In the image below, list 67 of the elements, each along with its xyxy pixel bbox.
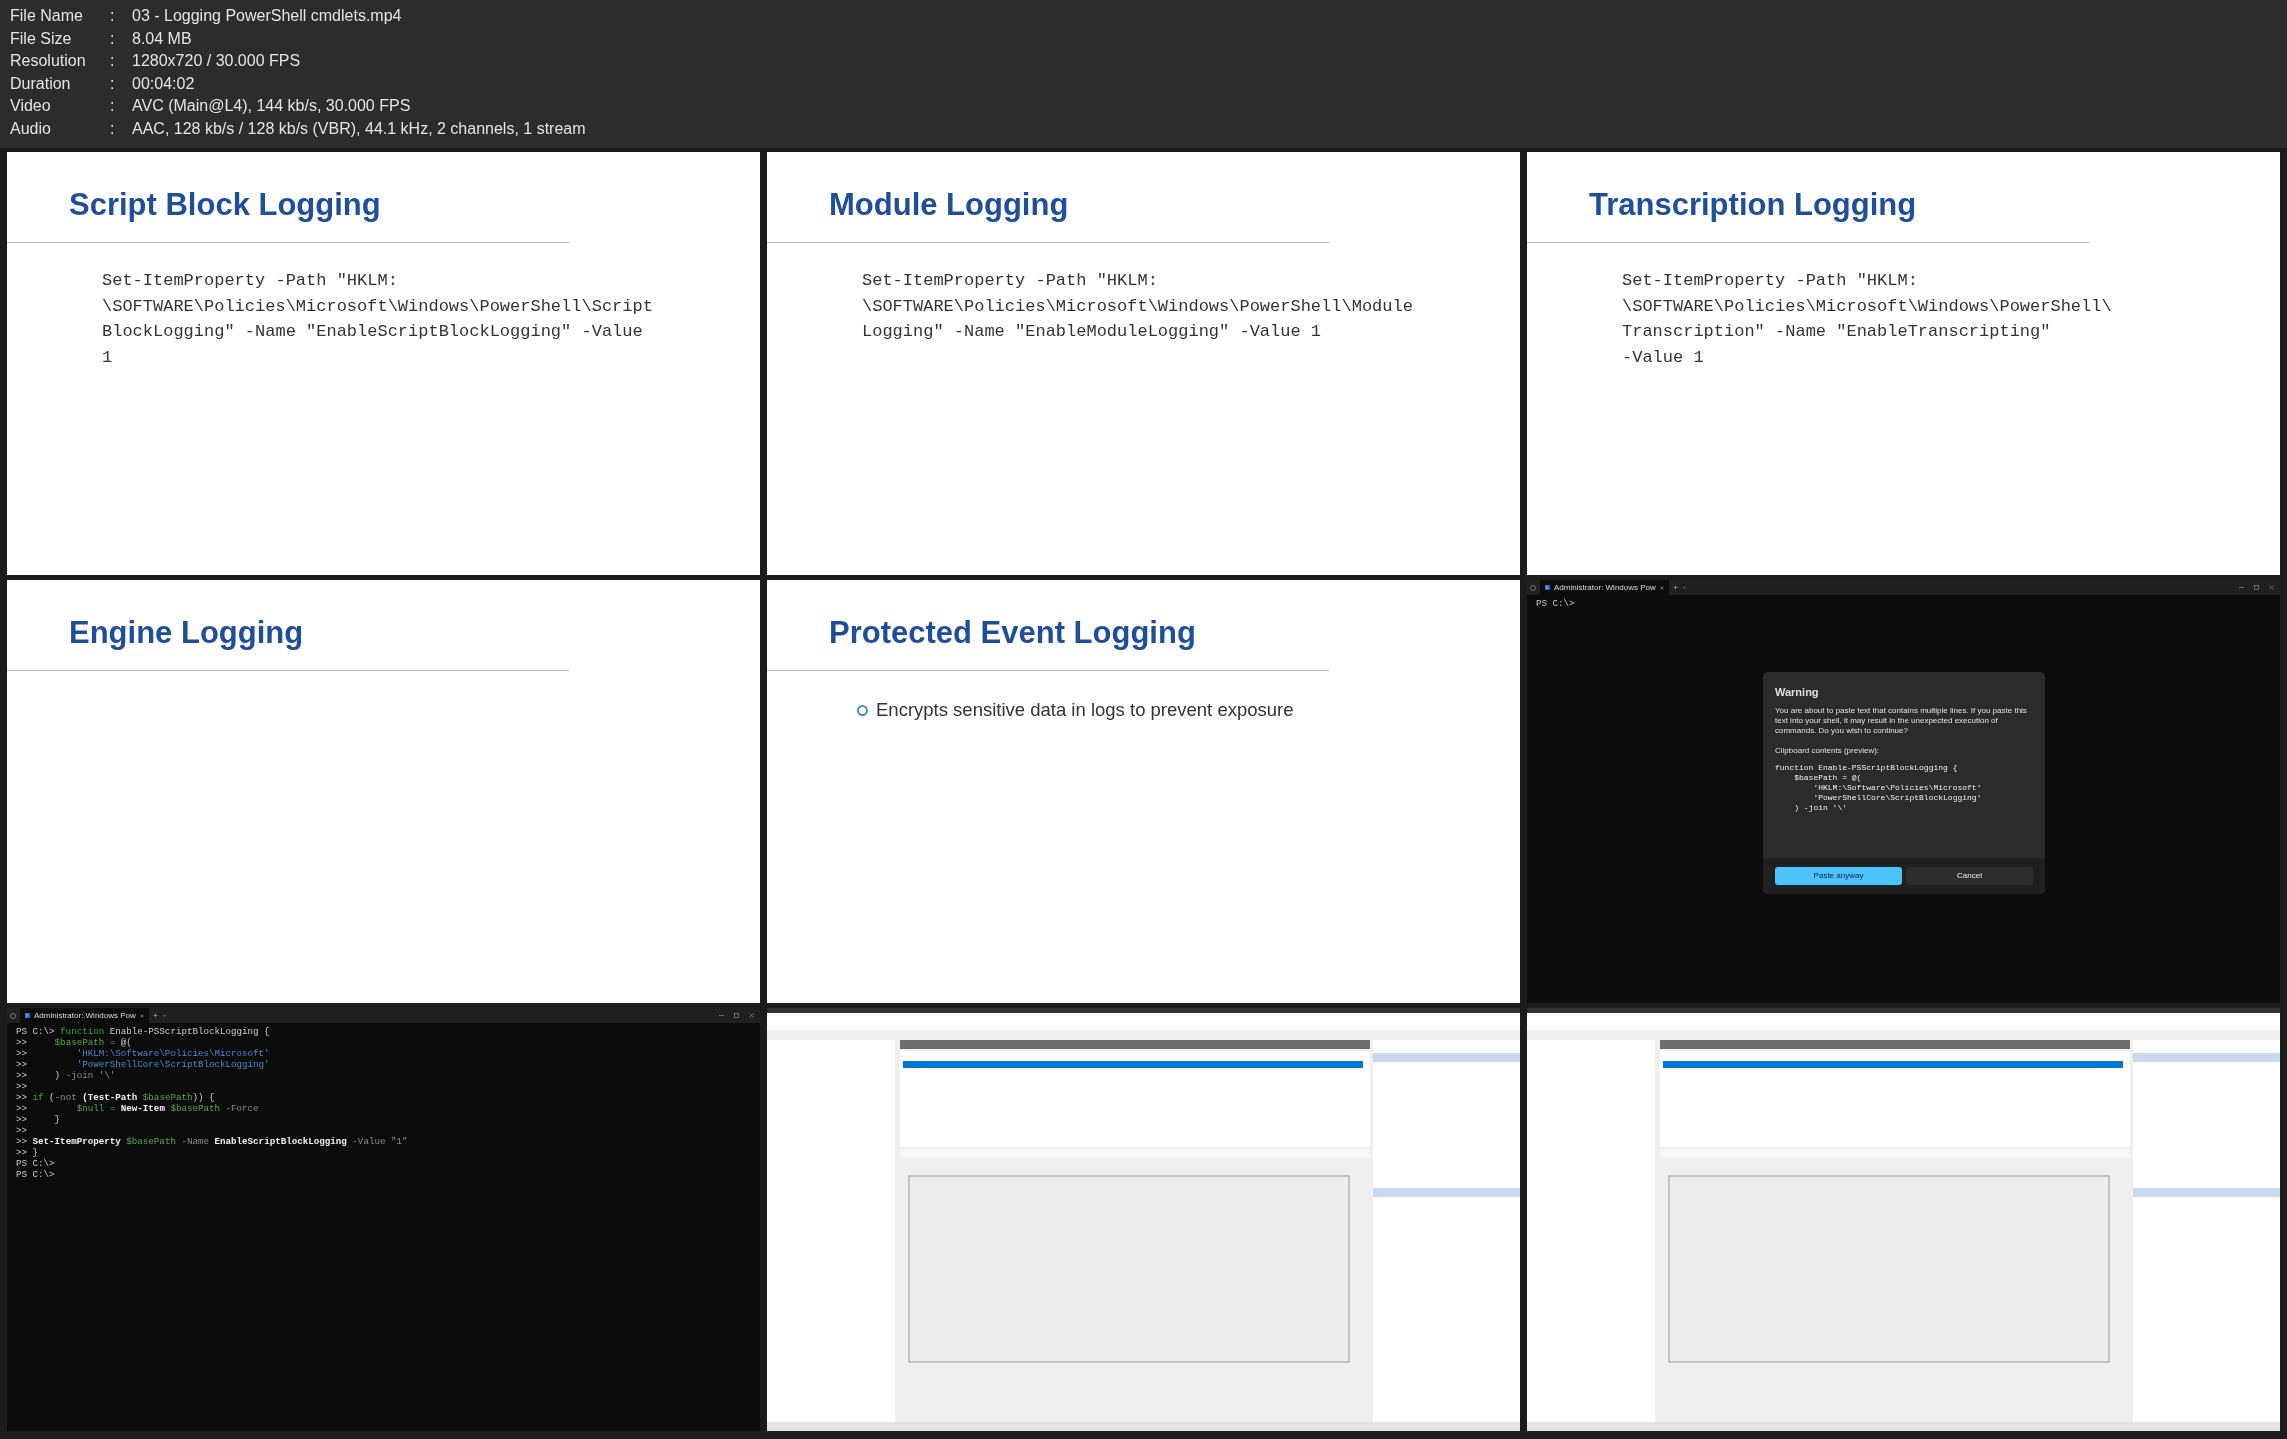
info-label: Audio [10, 118, 52, 139]
terminal-line: PS C:\> function Enable-PSScriptBlockLogging { [16, 1026, 270, 1037]
terminal-line: >> 'HKLM:\Software\Policies\Microsoft' [16, 1048, 270, 1059]
info-label: File Size [10, 28, 73, 49]
terminal-line: >> } [16, 1114, 61, 1125]
terminal-line: >> $basePath = @( [16, 1037, 132, 1048]
slide-title: Script Block Logging [69, 186, 381, 224]
terminal-tab[interactable]: Administrator: Windows Pow [1540, 580, 1669, 595]
chevron-down-icon[interactable] [161, 1013, 167, 1018]
code-text: Set-ItemProperty -Path "HKLM: \SOFTWARE\Policies\Microsoft\Windows\PowerShell\ Transcription" -Name "EnableTranscripting" -Value 1 [1622, 270, 2112, 369]
bullet-icon [857, 704, 868, 716]
powershell-icon [25, 1013, 30, 1018]
terminal-line: PS C:\> [16, 1158, 55, 1169]
close-icon[interactable] [749, 1013, 754, 1018]
preview-code: function Enable-PSScriptBlockLogging { $basePath = @( 'HKLM:\Software\Policies\Microsoft' 'PowerShellCore\ScriptBlockLogging' ) -join '\' [1775, 762, 1982, 813]
chevron-down-icon[interactable] [1681, 585, 1687, 590]
circle-icon[interactable] [1530, 584, 1536, 591]
info-value: AVC (Main@L4), 144 kb/s, 30.000 FPS [132, 96, 411, 117]
terminal-line: >> [16, 1125, 28, 1136]
dialog-message: You are about to paste text that contains multiple lines. If you paste this text into your shell, it may result in the unexpected execution of commands. Do you wish to continue? [1775, 705, 2028, 736]
separator-text: : [110, 96, 116, 117]
separator-text: : [110, 51, 116, 72]
maximize-icon[interactable] [734, 1013, 739, 1018]
separator-text: : [110, 118, 116, 139]
terminal-line: >> 'PowerShellCore\ScriptBlockLogging' [16, 1059, 270, 1070]
info-label: Video [10, 96, 52, 117]
info-label: Duration [10, 73, 72, 94]
slide-title: Protected Event Logging [829, 614, 1196, 652]
close-icon[interactable] [1659, 585, 1664, 590]
separator-text: : [110, 6, 116, 26]
close-icon[interactable] [2269, 585, 2274, 590]
plus-icon[interactable] [1672, 585, 1678, 590]
cancel-button[interactable]: Cancel [1906, 867, 2033, 885]
minimize-icon[interactable] [719, 1013, 724, 1018]
info-label: Resolution [10, 51, 87, 72]
code-text: Set-ItemProperty -Path "HKLM: \SOFTWARE\Policies\Microsoft\Windows\PowerShell\Script BlockLogging" -Name "EnableScriptBlockLogging" -Value 1 [102, 270, 653, 369]
terminal-line: >> } [16, 1147, 39, 1158]
terminal-line: >> if (-not (Test-Path $basePath)) { [16, 1092, 215, 1103]
info-value: 00:04:02 [132, 73, 195, 94]
slide-title: Module Logging [829, 186, 1069, 224]
minimize-icon[interactable] [2239, 585, 2244, 590]
powershell-icon [1545, 585, 1550, 590]
terminal-line: >> $null = New-Item $basePath -Force [16, 1103, 259, 1114]
slide-title: Engine Logging [69, 614, 304, 652]
dialog-title: Warning [1775, 685, 1820, 700]
maximize-icon[interactable] [2254, 585, 2259, 590]
info-value: AAC, 128 kb/s / 128 kb/s (VBR), 44.1 kHz, 2 channels, 1 stream [132, 118, 586, 139]
paste-button[interactable]: Paste anyway [1775, 867, 1902, 885]
terminal-line: >> Set-ItemProperty $basePath -Name EnableScriptBlockLogging -Value "1" [16, 1136, 408, 1147]
separator-text: : [110, 28, 116, 49]
plus-icon[interactable] [152, 1013, 158, 1018]
slide-title: Transcription Logging [1589, 186, 1917, 224]
terminal-line: >> [16, 1081, 28, 1092]
terminal-line: PS C:\> [16, 1169, 55, 1180]
info-value: 8.04 MB [132, 28, 192, 49]
close-icon[interactable] [139, 1013, 144, 1018]
separator-text: : [110, 73, 116, 94]
terminal-line: >> ) -join '\' [16, 1070, 116, 1081]
info-value: 03 - Logging PowerShell cmdlets.mp4 [132, 6, 402, 26]
terminal-line: PS C:\> [1536, 598, 1575, 609]
circle-icon[interactable] [10, 1012, 16, 1019]
preview-label: Clipboard contents (preview): [1775, 744, 1880, 757]
code-text: Set-ItemProperty -Path "HKLM: \SOFTWARE\Policies\Microsoft\Windows\PowerShell\Module Logging" -Name "EnableModuleLogging" -Value 1 [862, 270, 1413, 343]
bullet-text: Encrypts sensitive data in logs to prevent exposure [876, 698, 1294, 722]
info-value: 1280x720 / 30.000 FPS [132, 51, 301, 72]
info-label: File Name [10, 6, 84, 26]
terminal-tab[interactable]: Administrator: Windows Pow [20, 1008, 149, 1023]
